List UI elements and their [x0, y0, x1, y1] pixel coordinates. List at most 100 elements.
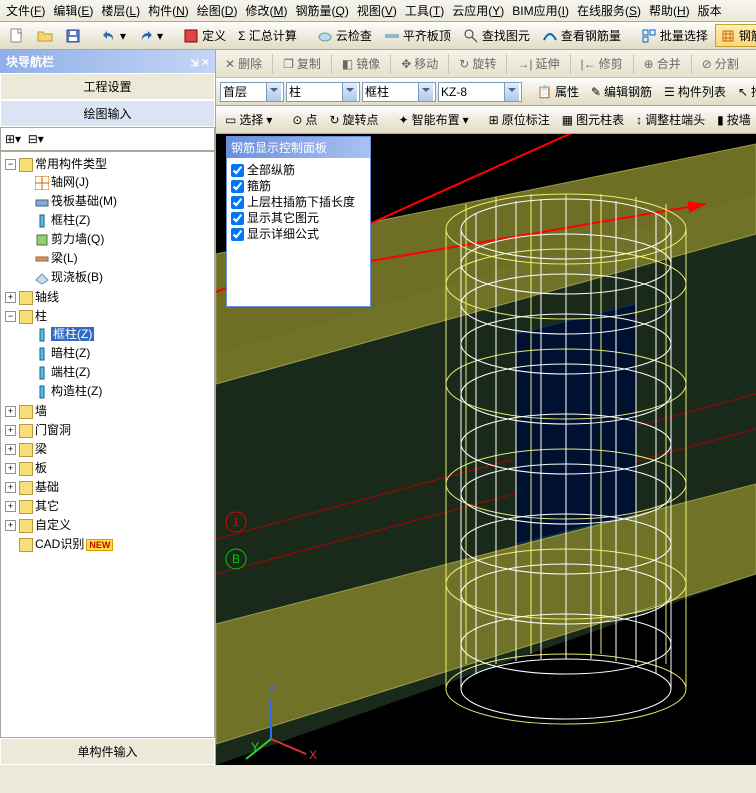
select-button[interactable]: ▭选择▾: [220, 108, 277, 131]
adjust-button[interactable]: ↕调整柱端头: [631, 108, 710, 131]
menu-online[interactable]: 在线服务(S): [573, 0, 645, 21]
category-combo[interactable]: 柱: [286, 82, 360, 102]
opt-show-formula[interactable]: 显示详细公式: [231, 226, 366, 242]
pick-button[interactable]: ↖拾取构件: [733, 80, 756, 103]
tree-item-shearwall[interactable]: 剪力墙(Q): [21, 229, 212, 248]
tree-hiddencol-z[interactable]: 暗柱(Z): [21, 343, 212, 362]
tree-item-slab[interactable]: 现浇板(B): [21, 267, 212, 286]
tree-item-beam[interactable]: 梁(L): [21, 248, 212, 267]
menu-draw[interactable]: 绘图(D): [193, 0, 242, 21]
menu-rebar[interactable]: 钢筋量(Q): [291, 0, 352, 21]
mirror-button[interactable]: ◧镜像: [337, 52, 385, 75]
tree-endcol-z[interactable]: 端柱(Z): [21, 362, 212, 381]
flat-slab-button[interactable]: 平齐板顶: [379, 24, 456, 47]
tree-constrcol-z[interactable]: 构造柱(Z): [21, 381, 212, 400]
menubar: 文件(F) 编辑(E) 楼层(L) 构件(N) 绘图(D) 修改(M) 钢筋量(…: [0, 0, 756, 22]
rebar-3d-button[interactable]: 钢筋三维: [715, 24, 756, 47]
tree-beam2[interactable]: +梁: [5, 439, 212, 458]
rotpoint-button[interactable]: ↻旋转点: [324, 108, 383, 131]
origin-button[interactable]: ⊞原位标注: [484, 108, 555, 131]
menu-file[interactable]: 文件(F): [2, 0, 49, 21]
find-graph-button[interactable]: 查找图元: [458, 24, 535, 47]
menu-bim[interactable]: BIM应用(I): [508, 0, 573, 21]
edit-rebar-button[interactable]: ✎编辑钢筋: [586, 80, 657, 103]
menu-component[interactable]: 构件(N): [144, 0, 193, 21]
delete-button[interactable]: ✕删除: [220, 52, 267, 75]
close-icon[interactable]: ×: [202, 55, 209, 69]
tree-expand-icon[interactable]: ⊟▾: [28, 132, 44, 146]
component-tree[interactable]: −常用构件类型 轴网(J) 筏板基础(M) 框柱(Z) 剪力墙(Q) 梁(L) …: [0, 151, 215, 738]
svg-text:X: X: [309, 748, 317, 762]
tree-item-grid[interactable]: 轴网(J): [21, 172, 212, 191]
type-combo[interactable]: 框柱: [362, 82, 436, 102]
menu-floor[interactable]: 楼层(L): [97, 0, 144, 21]
tab-draw-input[interactable]: 绘图输入: [0, 100, 215, 127]
define-button[interactable]: 定义: [178, 24, 231, 47]
menu-view[interactable]: 视图(V): [353, 0, 401, 21]
svg-text:Y: Y: [251, 740, 259, 754]
tree-axis[interactable]: +轴线: [5, 287, 212, 306]
rotate-button[interactable]: ↻旋转: [454, 52, 501, 75]
new-badge: NEW: [86, 539, 113, 551]
toolbar-draw: ▭选择▾ ⊙点 ↻旋转点 ✦智能布置▾ ⊞原位标注 ▦图元柱表 ↕调整柱端头 ▮…: [216, 106, 756, 134]
merge-button[interactable]: ⊕合并: [639, 52, 686, 75]
opt-upper-insert[interactable]: 上层柱插筋下插长度: [231, 194, 366, 210]
attr-button[interactable]: 📋属性: [532, 80, 584, 103]
tree-collapse-icon[interactable]: ⊞▾: [5, 132, 21, 146]
rebar-display-panel[interactable]: 钢筋显示控制面板 全部纵筋 箍筋 上层柱插筋下插长度 显示其它图元 显示详细公式: [226, 136, 371, 307]
copy-button[interactable]: ❐复制: [278, 52, 326, 75]
tree-toolbar: ⊞▾ ⊟▾: [0, 127, 215, 151]
sum-button[interactable]: Σ 汇总计算: [233, 24, 302, 47]
tree-column[interactable]: −柱 框柱(Z) 暗柱(Z) 端柱(Z) 构造柱(Z): [5, 306, 212, 401]
tree-found[interactable]: +基础: [5, 477, 212, 496]
cloud-check-button[interactable]: 云检查: [312, 24, 377, 47]
tab-single-input[interactable]: 单构件输入: [0, 738, 215, 765]
coltable-button[interactable]: ▦图元柱表: [557, 108, 629, 131]
tab-project-settings[interactable]: 工程设置: [0, 73, 215, 100]
menu-help[interactable]: 帮助(H): [645, 0, 694, 21]
tree-framecol-z[interactable]: 框柱(Z): [21, 324, 212, 343]
batch-select-button[interactable]: 批量选择: [636, 24, 713, 47]
redo-button[interactable]: ▾: [133, 25, 168, 47]
menu-tools[interactable]: 工具(T): [401, 0, 448, 21]
list-button[interactable]: ☰构件列表: [659, 80, 731, 103]
tree-slab2[interactable]: +板: [5, 458, 212, 477]
tree-other[interactable]: +其它: [5, 496, 212, 515]
opt-stirrup[interactable]: 箍筋: [231, 178, 366, 194]
tree-item-framecol[interactable]: 框柱(Z): [21, 210, 212, 229]
open-button[interactable]: [32, 25, 58, 47]
view-rebar-button[interactable]: 查看钢筋量: [537, 24, 626, 47]
opt-all-long[interactable]: 全部纵筋: [231, 162, 366, 178]
tree-item-raft[interactable]: 筏板基础(M): [21, 191, 212, 210]
smart-button[interactable]: ✦智能布置▾: [394, 108, 474, 131]
menu-cloud[interactable]: 云应用(Y): [448, 0, 508, 21]
tree-custom[interactable]: +自定义: [5, 515, 212, 534]
undo-button[interactable]: ▾: [96, 25, 131, 47]
tree-opening[interactable]: +门窗洞: [5, 420, 212, 439]
tree-root[interactable]: −常用构件类型 轴网(J) 筏板基础(M) 框柱(Z) 剪力墙(Q) 梁(L) …: [5, 154, 212, 287]
pin-icon[interactable]: [190, 55, 198, 69]
svg-text:Z: Z: [268, 683, 275, 697]
new-button[interactable]: [4, 25, 30, 47]
name-combo[interactable]: KZ-8: [438, 82, 522, 102]
save-button[interactable]: [60, 25, 86, 47]
tree-wall[interactable]: +墙: [5, 401, 212, 420]
menu-edit[interactable]: 编辑(E): [49, 0, 97, 21]
split-button[interactable]: ⊘分割: [697, 52, 744, 75]
float-panel-title: 钢筋显示控制面板: [227, 137, 370, 158]
viewport-toolbars: ✕删除 ❐复制 ◧镜像 ✥移动 ↻旋转 →|延伸 |←修剪 ⊕合并 ⊘分割 首层…: [216, 50, 756, 106]
menu-version[interactable]: 版本: [694, 0, 726, 21]
tree-cad[interactable]: CAD识别NEW: [5, 534, 212, 553]
sidebar: 块导航栏 × 工程设置 绘图输入 ⊞▾ ⊟▾ −常用构件类型 轴网(J) 筏板基…: [0, 50, 216, 765]
trim-button[interactable]: |←修剪: [576, 52, 628, 75]
viewport[interactable]: ✕删除 ❐复制 ◧镜像 ✥移动 ↻旋转 →|延伸 |←修剪 ⊕合并 ⊘分割 首层…: [216, 50, 756, 765]
opt-show-other[interactable]: 显示其它图元: [231, 210, 366, 226]
menu-modify[interactable]: 修改(M): [241, 0, 291, 21]
move-button[interactable]: ✥移动: [396, 52, 443, 75]
toolbar-main: ▾ ▾ 定义 Σ 汇总计算 云检查 平齐板顶 查找图元 查看钢筋量 批量选择 钢…: [0, 22, 756, 50]
extend-button[interactable]: →|延伸: [512, 52, 564, 75]
toolbar-edit: ✕删除 ❐复制 ◧镜像 ✥移动 ↻旋转 →|延伸 |←修剪 ⊕合并 ⊘分割: [216, 50, 756, 78]
bywall-button[interactable]: ▮按墙: [712, 108, 756, 131]
floor-combo[interactable]: 首层: [220, 82, 284, 102]
point-button[interactable]: ⊙点: [287, 108, 322, 131]
